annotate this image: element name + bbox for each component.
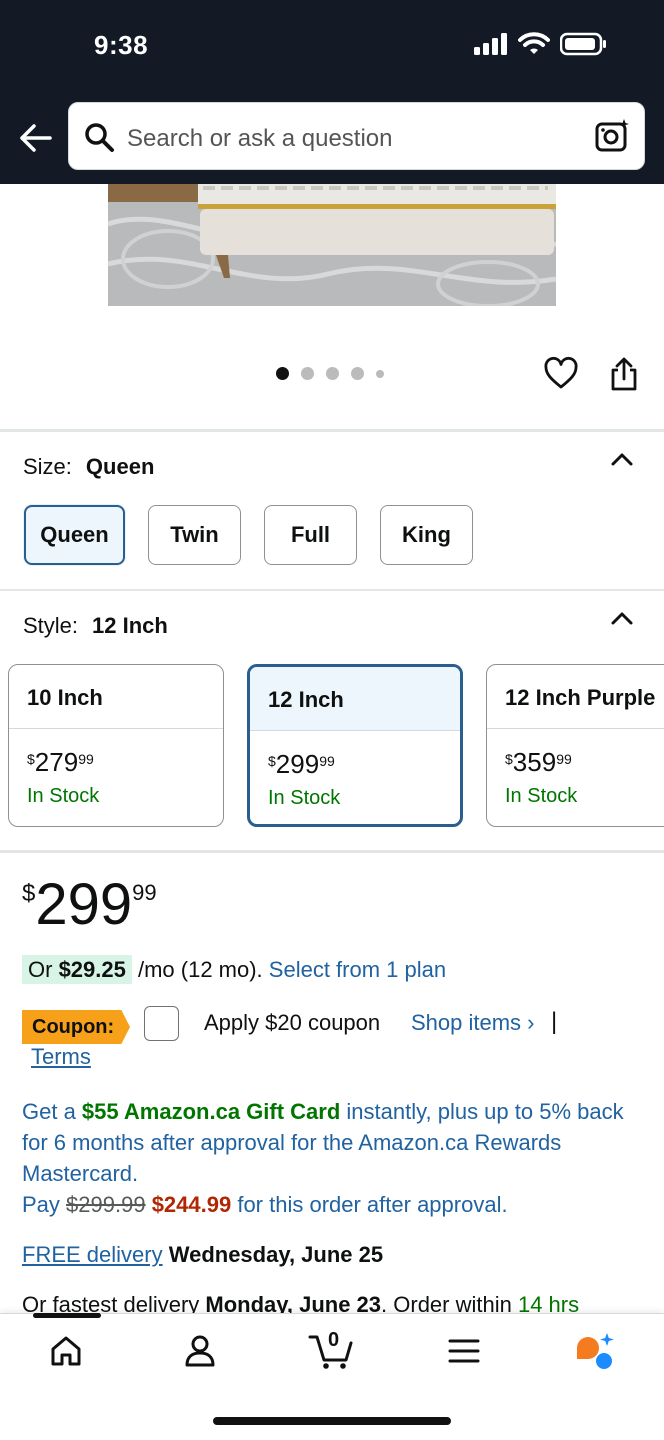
monthly-highlight: Or $29.25: [22, 955, 132, 984]
size-selected-value: Queen: [85, 454, 155, 479]
account-icon[interactable]: [180, 1331, 220, 1371]
carousel-dot[interactable]: [276, 367, 289, 380]
nav-active-indicator: [33, 1313, 101, 1318]
size-label: Size:: [23, 454, 72, 479]
chevron-up-icon[interactable]: [610, 607, 634, 629]
style-option-price: $35999: [505, 747, 572, 777]
share-icon[interactable]: [607, 356, 641, 392]
back-arrow-icon[interactable]: [16, 118, 56, 158]
search-input[interactable]: Search or ask a question: [68, 102, 645, 170]
style-option-price: $29999: [268, 749, 335, 779]
top-bar: 9:38 Search or ask a question: [0, 0, 664, 184]
select-plan-link[interactable]: Select from 1 plan: [269, 957, 446, 982]
carousel-dot[interactable]: [301, 367, 314, 380]
style-label: Style:: [23, 613, 79, 638]
style-option-10-inch[interactable]: 10 Inch $27999 In Stock: [8, 664, 224, 827]
terms-link[interactable]: Terms: [31, 1044, 91, 1070]
coupon-badge: Coupon:: [22, 1010, 130, 1044]
rufus-icon[interactable]: [574, 1331, 614, 1371]
product-price: $29999: [22, 872, 157, 937]
style-option-12-inch-purple[interactable]: 12 Inch Purple $35999 In Stock: [486, 664, 664, 827]
carousel-dots: [276, 367, 384, 380]
coupon-checkbox[interactable]: [144, 1006, 179, 1041]
carousel-dot[interactable]: [376, 369, 384, 378]
cart-count: 0: [328, 1329, 340, 1351]
size-section-label: Size: Queen: [23, 454, 154, 480]
coupon-separator: |: [551, 1008, 558, 1035]
delivery-info: FREE delivery Wednesday, June 25: [22, 1242, 383, 1268]
shop-items-link[interactable]: Shop items ›: [411, 1010, 535, 1036]
style-option-stock: In Stock: [27, 785, 100, 807]
coupon-text: Apply $20 coupon: [204, 1010, 381, 1035]
battery-icon: [560, 32, 606, 56]
status-icons: [474, 32, 608, 56]
product-image[interactable]: [108, 184, 556, 306]
divider: [0, 850, 664, 853]
signal-icon: [474, 33, 507, 55]
carousel-dot[interactable]: [326, 367, 339, 380]
delivery-date: Wednesday, June 25: [168, 1242, 384, 1267]
heart-icon[interactable]: [543, 356, 579, 392]
style-option-stock: In Stock: [268, 787, 341, 809]
size-option-king[interactable]: King: [380, 505, 473, 565]
menu-icon[interactable]: [444, 1331, 484, 1371]
search-icon: [85, 123, 114, 152]
carousel-dot[interactable]: [351, 367, 364, 380]
free-delivery-link[interactable]: FREE delivery: [22, 1242, 163, 1267]
style-option-12-inch[interactable]: 12 Inch $29999 In Stock: [247, 664, 463, 827]
wifi-icon: [518, 32, 550, 54]
style-option-price: $27999: [27, 747, 94, 777]
home-icon[interactable]: [46, 1331, 86, 1371]
style-option-stock: In Stock: [505, 785, 578, 807]
cart-button[interactable]: 0: [308, 1329, 356, 1371]
status-time: 9:38: [94, 30, 149, 60]
monthly-payment: Or $29.25 /mo (12 mo). Select from 1 pla…: [22, 955, 446, 984]
divider: [0, 589, 664, 591]
size-option-queen[interactable]: Queen: [24, 505, 125, 565]
style-section-label: Style: 12 Inch: [23, 613, 168, 639]
size-option-twin[interactable]: Twin: [148, 505, 241, 565]
style-option-name: 12 Inch: [250, 667, 460, 731]
camera-icon[interactable]: [594, 118, 630, 154]
chevron-up-icon[interactable]: [610, 448, 634, 470]
style-option-name: 10 Inch: [9, 665, 223, 729]
style-selected-value: 12 Inch: [92, 613, 168, 638]
search-placeholder: Search or ask a question: [127, 125, 393, 152]
gift-card-offer[interactable]: Get a $55 Amazon.ca Gift Card instantly,…: [22, 1096, 632, 1220]
style-option-name: 12 Inch Purple: [487, 665, 664, 729]
home-indicator: [213, 1417, 451, 1425]
fastest-delivery: Or fastest delivery Monday, June 23. Ord…: [22, 1292, 580, 1314]
divider: [0, 429, 664, 432]
size-option-full[interactable]: Full: [264, 505, 357, 565]
